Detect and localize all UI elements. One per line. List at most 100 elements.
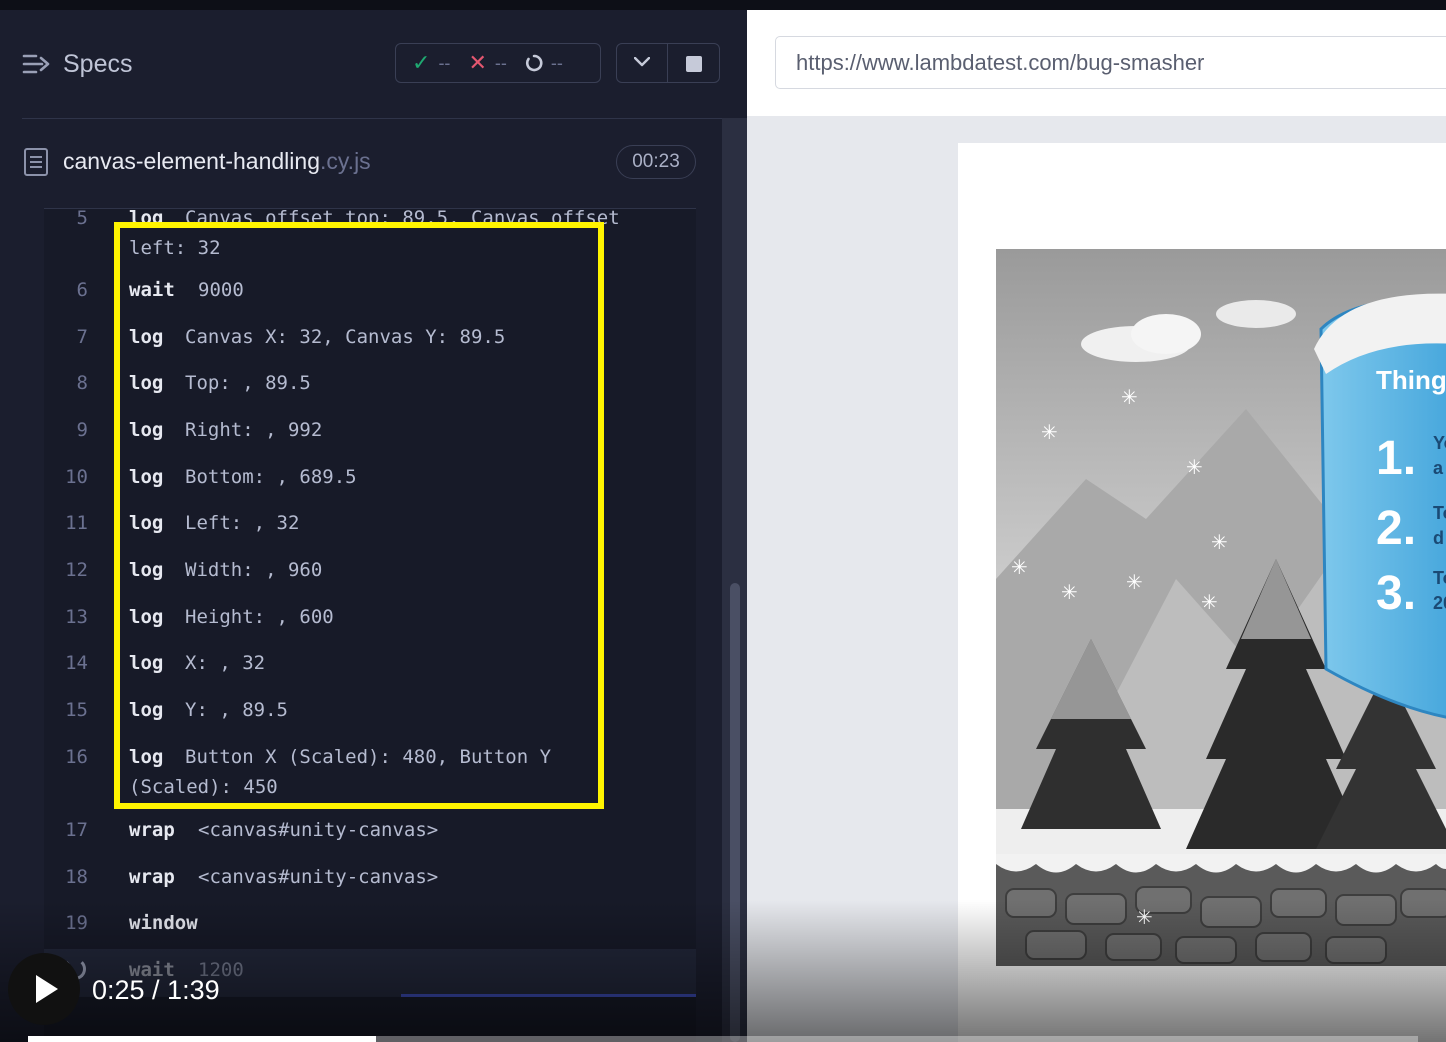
browser-panel: https://www.lambdatest.com/bug-smasher ✳… <box>747 10 1446 1042</box>
line-number: 19 <box>65 912 88 934</box>
passed-stat: ✓ -- <box>412 50 450 76</box>
url-bar-container: https://www.lambdatest.com/bug-smasher <box>747 10 1446 116</box>
command-message: 9000 <box>198 279 244 301</box>
step-number: 3. <box>1376 567 1416 620</box>
collapse-button[interactable] <box>616 43 668 83</box>
command-message: <canvas#unity-canvas> <box>198 866 439 888</box>
pending-spinner-icon <box>525 54 543 72</box>
command-message: Bottom: , 689.5 <box>185 466 357 488</box>
line-number: 12 <box>65 559 88 581</box>
line-number: 7 <box>76 326 88 348</box>
command-message: Width: , 960 <box>185 559 323 581</box>
svg-text:✳: ✳ <box>1186 455 1203 479</box>
check-icon: ✓ <box>412 50 431 75</box>
game-scene: ✳ ✳ ✳ ✳ ✳ ✳ ✳ ✳ ✳ Things 1. 2. 3. Yo a T… <box>996 249 1446 966</box>
command-message: Right: , 992 <box>185 419 323 441</box>
command-name: log <box>129 559 164 581</box>
specs-menu-icon[interactable] <box>22 52 50 78</box>
stop-icon <box>686 56 702 72</box>
command-name: log <box>129 419 164 441</box>
play-icon <box>36 975 58 1003</box>
pending-count: -- <box>550 52 563 73</box>
spec-file-name: canvas-element-handling.cy.js <box>63 148 371 175</box>
command-name: log <box>129 372 164 394</box>
play-button[interactable] <box>8 953 80 1025</box>
passed-count: -- <box>438 52 451 73</box>
svg-text:✳: ✳ <box>1041 420 1058 444</box>
svg-text:✳: ✳ <box>1126 570 1143 594</box>
command-name: log <box>129 512 164 534</box>
step-number: 1. <box>1376 432 1416 485</box>
command-name: log <box>129 208 164 229</box>
svg-text:✳: ✳ <box>1211 530 1228 554</box>
video-progress-played <box>28 1036 376 1042</box>
test-stats: ✓ -- ✕ -- -- <box>395 43 601 83</box>
command-message: <canvas#unity-canvas> <box>198 819 439 841</box>
video-time: 0:25 / 1:39 <box>92 975 220 1005</box>
command-name: wrap <box>129 819 175 841</box>
step-number: 2. <box>1376 502 1416 555</box>
command-message: Canvas X: 32, Canvas Y: 89.5 <box>185 326 506 348</box>
command-name: log <box>129 652 164 674</box>
document-icon <box>24 148 48 176</box>
banner-title: Things <box>1376 365 1446 395</box>
command-message: Canvas offset top: 89.5, Canvas offset <box>185 208 620 229</box>
command-message: Top: , 89.5 <box>185 372 311 394</box>
command-message-cont: (Scaled): 450 <box>129 776 278 798</box>
video-progress-bar[interactable] <box>28 1036 1418 1042</box>
spec-file-row[interactable]: canvas-element-handling.cy.js 00:23 <box>0 128 747 208</box>
step-text: To <box>1433 503 1446 523</box>
line-number: 16 <box>65 746 88 768</box>
command-name: wait <box>129 279 175 301</box>
spec-duration: 00:23 <box>616 145 696 179</box>
command-message-cont: left: 32 <box>129 237 221 259</box>
step-text: Yo <box>1433 433 1446 453</box>
scrollbar-thumb[interactable] <box>730 583 740 1042</box>
line-number: 9 <box>76 419 88 441</box>
line-number: 15 <box>65 699 88 721</box>
svg-text:✳: ✳ <box>1061 580 1078 604</box>
command-name: log <box>129 746 164 768</box>
reporter-panel: Specs ✓ -- ✕ -- -- canvas-element-handli… <box>0 10 747 1042</box>
window-top-bar <box>0 0 1446 10</box>
command-log-scrollbar[interactable] <box>722 118 747 1042</box>
step-text: a <box>1433 458 1444 478</box>
reporter-header: Specs ✓ -- ✕ -- -- <box>0 10 747 118</box>
command-message: Height: , 600 <box>185 606 334 628</box>
line-number: 8 <box>76 372 88 394</box>
command-name: log <box>129 466 164 488</box>
line-number: 17 <box>65 819 88 841</box>
game-canvas[interactable]: ✳ ✳ ✳ ✳ ✳ ✳ ✳ ✳ ✳ Things 1. 2. 3. Yo a T… <box>996 249 1446 966</box>
line-number: 13 <box>65 606 88 628</box>
line-number: 18 <box>65 866 88 888</box>
command-name: wrap <box>129 866 175 888</box>
header-divider <box>22 118 727 119</box>
command-progress <box>401 994 696 997</box>
step-text: 20 <box>1433 593 1446 613</box>
command-message: Button X (Scaled): 480, Button Y <box>185 746 552 768</box>
spec-file-base: canvas-element-handling <box>63 148 320 174</box>
svg-text:✳: ✳ <box>1201 590 1218 614</box>
step-text: d <box>1433 528 1444 548</box>
command-message: Left: , 32 <box>185 512 300 534</box>
command-name: log <box>129 326 164 348</box>
command-message: X: , 32 <box>185 652 266 674</box>
specs-label[interactable]: Specs <box>63 50 132 79</box>
svg-text:✳: ✳ <box>1136 905 1153 929</box>
command-log: 5 log Canvas offset top: 89.5, Canvas of… <box>44 208 696 1042</box>
stop-button[interactable] <box>667 43 720 83</box>
line-number: 5 <box>76 208 88 229</box>
line-number: 6 <box>76 279 88 301</box>
cross-icon: ✕ <box>468 50 487 75</box>
command-name: log <box>129 606 164 628</box>
url-input[interactable]: https://www.lambdatest.com/bug-smasher <box>775 36 1446 89</box>
line-number: 10 <box>65 466 88 488</box>
pending-stat: -- <box>525 53 563 74</box>
spec-file-ext: .cy.js <box>320 148 371 174</box>
svg-text:✳: ✳ <box>1121 385 1138 409</box>
command-name: window <box>129 912 198 934</box>
failed-stat: ✕ -- <box>468 50 506 76</box>
svg-text:✳: ✳ <box>1011 555 1028 579</box>
line-number: 11 <box>65 512 88 534</box>
command-message: Y: , 89.5 <box>185 699 288 721</box>
